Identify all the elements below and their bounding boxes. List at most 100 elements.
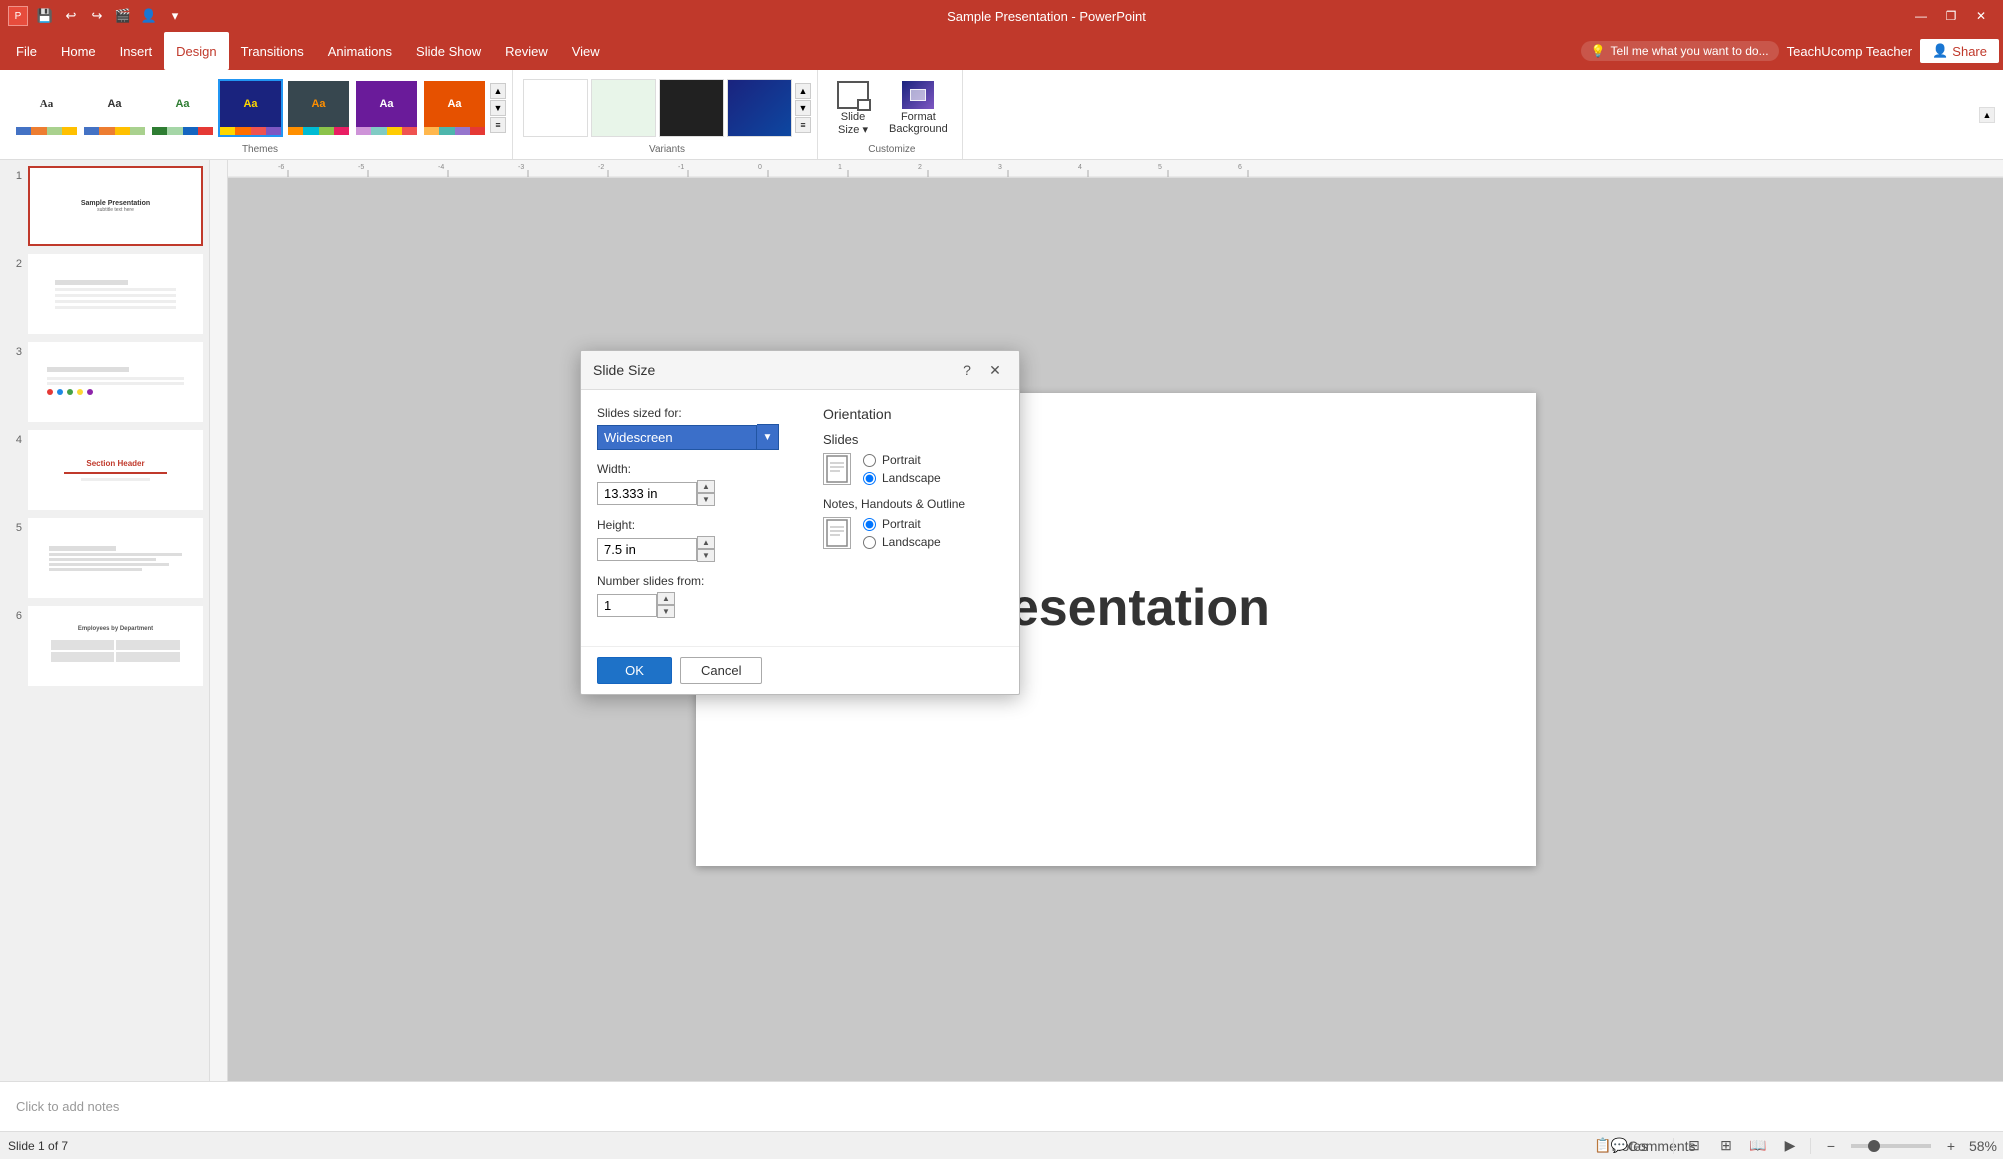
variant-3[interactable] (659, 79, 724, 137)
slide-preview-2[interactable] (28, 254, 203, 334)
scroll-more-btn[interactable]: ≡ (490, 117, 506, 133)
tell-me-text[interactable]: Tell me what you want to do... (1611, 44, 1769, 58)
menu-view[interactable]: View (560, 32, 612, 70)
number-slides-group: Number slides from: ▲ ▼ (597, 574, 807, 618)
gallery-scroll: ▲ ▼ ≡ (490, 83, 506, 133)
share-button[interactable]: 👤 Share (1920, 39, 1999, 63)
slide-6-content: Employees by Department (30, 608, 201, 684)
slideshow-button[interactable]: ▶ (1778, 1135, 1802, 1157)
variant-2[interactable] (591, 79, 656, 137)
minimize-button[interactable]: — (1907, 6, 1935, 26)
theme-5[interactable]: Aa (286, 79, 351, 137)
notes-landscape-label[interactable]: Landscape (863, 535, 941, 549)
user-button[interactable]: 👤 (138, 5, 160, 27)
theme-office[interactable]: Aa (14, 79, 79, 137)
zoom-in-button[interactable]: + (1939, 1135, 1963, 1157)
format-background-button[interactable]: FormatBackground (881, 75, 956, 141)
orientation-title: Orientation (823, 406, 1003, 422)
menu-animations[interactable]: Animations (316, 32, 404, 70)
slide-thumb-1[interactable]: 1 Sample Presentation subtitle text here (4, 164, 205, 248)
close-button[interactable]: ✕ (1967, 6, 1995, 26)
notes-portrait-label[interactable]: Portrait (863, 517, 941, 531)
zoom-value[interactable]: 58% (1971, 1135, 1995, 1157)
slide-size-icon (837, 81, 869, 109)
svg-text:1: 1 (838, 164, 842, 171)
tell-me-bar[interactable]: 💡 Tell me what you want to do... (1581, 41, 1779, 61)
variants-scroll-up[interactable]: ▲ (795, 83, 811, 99)
cancel-button[interactable]: Cancel (680, 657, 762, 684)
menu-review[interactable]: Review (493, 32, 560, 70)
comments-button[interactable]: 💬 Comments (1641, 1135, 1665, 1157)
number-down-btn[interactable]: ▼ (657, 605, 675, 618)
notes-orient-options: Portrait Landscape (863, 517, 941, 549)
select-arrow[interactable]: ▼ (757, 424, 779, 450)
dialog-help-button[interactable]: ? (955, 359, 979, 381)
menu-design[interactable]: Design (164, 32, 228, 70)
slide-thumb-2[interactable]: 2 (4, 252, 205, 336)
menu-home[interactable]: Home (49, 32, 108, 70)
scroll-down-btn[interactable]: ▼ (490, 100, 506, 116)
undo-button[interactable]: ↩ (60, 5, 82, 27)
number-up-btn[interactable]: ▲ (657, 592, 675, 605)
notes-area[interactable]: Click to add notes (0, 1081, 2003, 1131)
menu-slideshow[interactable]: Slide Show (404, 32, 493, 70)
slides-landscape-label[interactable]: Landscape (863, 471, 941, 485)
normal-view-button[interactable]: ⊟ (1682, 1135, 1706, 1157)
ok-button[interactable]: OK (597, 657, 672, 684)
slides-landscape-radio[interactable] (863, 472, 876, 485)
theme-2[interactable]: Aa (82, 79, 147, 137)
width-input[interactable] (597, 482, 697, 505)
theme-4-active[interactable]: Aa (218, 79, 283, 137)
dot-green (67, 389, 73, 395)
height-down-btn[interactable]: ▼ (697, 549, 715, 562)
variant-1[interactable] (523, 79, 588, 137)
notes-portrait-text: Portrait (882, 517, 921, 531)
status-divider1 (1673, 1138, 1674, 1154)
ribbon-collapse-btn[interactable]: ▲ (1979, 107, 1995, 123)
theme-6[interactable]: Aa (354, 79, 419, 137)
zoom-out-button[interactable]: − (1819, 1135, 1843, 1157)
variants-scroll-more[interactable]: ≡ (795, 117, 811, 133)
dialog-close-button[interactable]: ✕ (983, 359, 1007, 381)
slides-portrait-text: Portrait (882, 453, 921, 467)
variant-4[interactable] (727, 79, 792, 137)
slide-thumb-5[interactable]: 5 (4, 516, 205, 600)
slide-thumb-4[interactable]: 4 Section Header (4, 428, 205, 512)
scroll-up-btn[interactable]: ▲ (490, 83, 506, 99)
slide-size-button[interactable]: SlideSize ▾ (828, 75, 878, 142)
notes-landscape-radio[interactable] (863, 536, 876, 549)
number-slides-input[interactable] (597, 594, 657, 617)
width-up-btn[interactable]: ▲ (697, 480, 715, 493)
slide-sorter-button[interactable]: ⊞ (1714, 1135, 1738, 1157)
slides-for-select[interactable]: Widescreen Standard (4:3) Letter Paper (… (597, 425, 757, 450)
slide-preview-5[interactable] (28, 518, 203, 598)
slide-preview-1[interactable]: Sample Presentation subtitle text here (28, 166, 203, 246)
theme-7[interactable]: Aa (422, 79, 487, 137)
reading-view-button[interactable]: 📖 (1746, 1135, 1770, 1157)
save-button[interactable]: 💾 (34, 5, 56, 27)
slide-preview-4[interactable]: Section Header (28, 430, 203, 510)
width-down-btn[interactable]: ▼ (697, 493, 715, 506)
slides-portrait-radio[interactable] (863, 454, 876, 467)
slide-thumb-6[interactable]: 6 Employees by Department (4, 604, 205, 688)
slide-5-lines (43, 540, 188, 577)
menu-insert[interactable]: Insert (108, 32, 165, 70)
titlebar: P 💾 ↩ ↪ 🎬 👤 ▾ Sample Presentation - Powe… (0, 0, 2003, 32)
menu-transitions[interactable]: Transitions (229, 32, 316, 70)
slide-5-content (30, 520, 201, 596)
variants-scroll-down[interactable]: ▼ (795, 100, 811, 116)
format-background-label: FormatBackground (889, 111, 948, 135)
height-up-btn[interactable]: ▲ (697, 536, 715, 549)
slide-preview-3[interactable] (28, 342, 203, 422)
slide-preview-6[interactable]: Employees by Department (28, 606, 203, 686)
theme-3[interactable]: Aa (150, 79, 215, 137)
customize-quick-access[interactable]: ▾ (164, 5, 186, 27)
height-input[interactable] (597, 538, 697, 561)
present-button[interactable]: 🎬 (112, 5, 134, 27)
zoom-slider[interactable] (1851, 1144, 1931, 1148)
notes-portrait-radio[interactable] (863, 518, 876, 531)
slides-portrait-label[interactable]: Portrait (863, 453, 941, 467)
restore-button[interactable]: ❐ (1937, 6, 1965, 26)
slide-thumb-3[interactable]: 3 (4, 340, 205, 424)
redo-button[interactable]: ↪ (86, 5, 108, 27)
